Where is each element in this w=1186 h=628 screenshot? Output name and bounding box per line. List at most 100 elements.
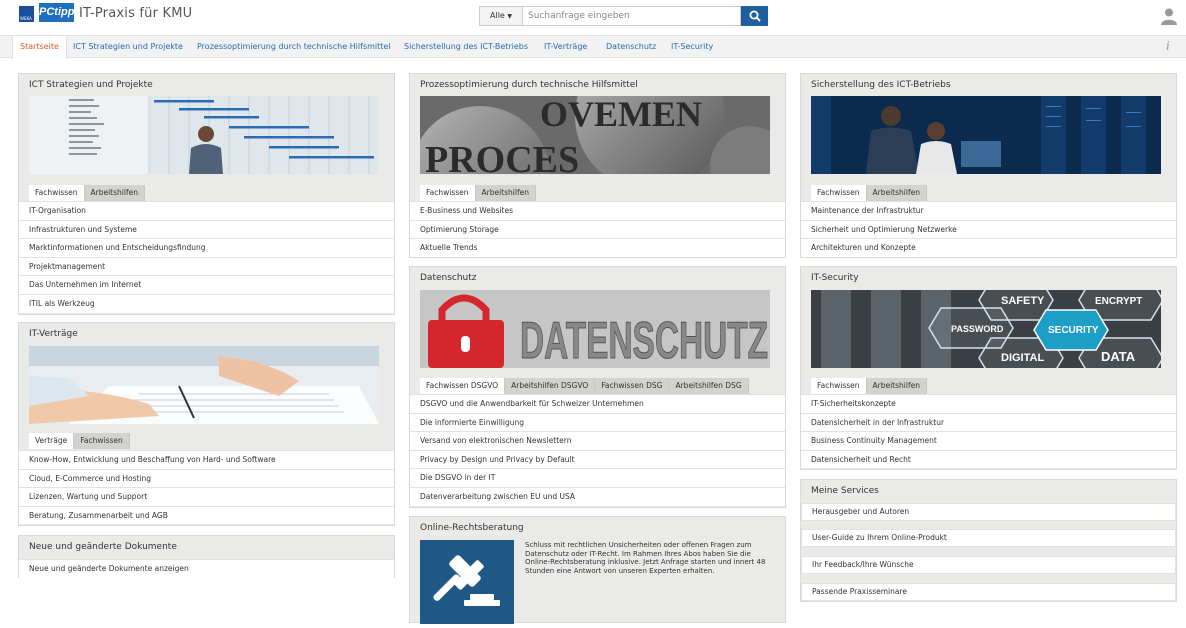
card-title[interactable]: Datenschutz xyxy=(420,273,477,283)
search-input[interactable]: Suchanfrage eingeben xyxy=(523,6,741,26)
ict-tabs: Fachwissen Arbeitshilfen xyxy=(29,185,145,201)
security-tabs: Fachwissen Arbeitshilfen xyxy=(811,378,927,394)
list-item[interactable]: Business Continuity Management xyxy=(801,431,1176,450)
list-item[interactable]: DSGVO und die Anwendbarkeit für Schweize… xyxy=(410,394,785,413)
tab-prozessoptimierung[interactable]: Prozessoptimierung durch technische Hilf… xyxy=(197,36,391,58)
svg-text:DATA: DATA xyxy=(1101,349,1136,364)
user-icon[interactable] xyxy=(1160,7,1178,25)
service-link[interactable]: Passende Praxisseminare xyxy=(801,583,1176,601)
list-item[interactable]: Datensicherheit und Recht xyxy=(801,449,1176,469)
list-item[interactable]: Maintenance der Infrastruktur xyxy=(801,201,1176,220)
list-item[interactable]: Datensicherheit in der Infrastruktur xyxy=(801,412,1176,432)
tab-arbeitshilfen[interactable]: Arbeitshilfen xyxy=(866,185,927,201)
tab-ict-strategien[interactable]: ICT Strategien und Projekte xyxy=(73,36,183,58)
betrieb-list: Maintenance der Infrastruktur Sicherheit… xyxy=(801,201,1176,257)
list-item[interactable]: E-Business und Websites xyxy=(410,201,785,220)
main-nav: Startseite ICT Strategien und Projekte P… xyxy=(0,35,1186,59)
tab-fachwissen-dsg[interactable]: Fachwissen DSG xyxy=(595,378,670,394)
weka-logo[interactable]: WEKA xyxy=(19,6,34,22)
gears-image[interactable]: OVEMEN PROCES xyxy=(420,96,770,174)
list-item[interactable]: Marktinformationen und Entscheidungsfind… xyxy=(19,238,394,257)
card-online-rechtsberatung: Online-Rechtsberatung Schluss mit rechtl… xyxy=(409,516,786,624)
ict-strategy-image[interactable] xyxy=(29,96,379,174)
list-item[interactable]: Datenverarbeitung zwischen EU und USA xyxy=(410,486,785,506)
card-title[interactable]: Sicherstellung des ICT-Betriebs xyxy=(811,80,951,90)
service-link[interactable]: User-Guide zu Ihrem Online-Produkt xyxy=(801,529,1176,547)
tab-sicherstellung[interactable]: Sicherstellung des ICT-Betriebs xyxy=(404,36,528,58)
vertraege-tabs: Verträge Fachwissen xyxy=(29,433,130,449)
card-title[interactable]: IT-Security xyxy=(811,273,859,283)
service-link[interactable]: Ihr Feedback/Ihre Wünsche xyxy=(801,556,1176,574)
list-item[interactable]: IT-Sicherheitskonzepte xyxy=(801,394,1176,413)
gavel-icon xyxy=(433,555,500,606)
card-prozessoptimierung: Prozessoptimierung durch technische Hilf… xyxy=(409,73,786,258)
list-item[interactable]: Architekturen und Konzepte xyxy=(801,238,1176,257)
svg-text:OVEMEN: OVEMEN xyxy=(540,96,702,134)
list-item[interactable]: IT-Organisation xyxy=(19,201,394,220)
card-title[interactable]: ICT Strategien und Projekte xyxy=(29,80,153,90)
tab-arbeitshilfen[interactable]: Arbeitshilfen xyxy=(475,185,536,201)
tab-fachwissen-dsgvo[interactable]: Fachwissen DSGVO xyxy=(420,378,506,394)
card-ict-betrieb: Sicherstellung des ICT-Betriebs Fachwiss… xyxy=(800,73,1177,258)
list-item[interactable]: Die informierte Einwilligung xyxy=(410,412,785,432)
pctipp-logo[interactable]: PCtipp xyxy=(39,3,74,22)
search-scope-select[interactable]: Alle ▼ xyxy=(479,6,523,26)
card-it-security: IT-Security SAFETY ENCRYPT PASSWORD SECU… xyxy=(800,266,1177,470)
neue-list: Neue und geänderte Dokumente anzeigen xyxy=(19,559,394,578)
card-title[interactable]: IT-Verträge xyxy=(29,329,78,339)
list-item[interactable]: Beratung, Zusammenarbeit und AGB xyxy=(19,505,394,525)
list-item[interactable]: Projektmanagement xyxy=(19,256,394,276)
tab-vertraege[interactable]: Verträge xyxy=(29,433,75,449)
tab-fachwissen[interactable]: Fachwissen xyxy=(29,185,85,201)
legal-gavel-image[interactable] xyxy=(420,540,514,624)
tab-datenschutz[interactable]: Datenschutz xyxy=(606,36,656,58)
list-item[interactable]: Know-How, Entwicklung und Beschaffung vo… xyxy=(19,450,394,469)
tab-fachwissen[interactable]: Fachwissen xyxy=(811,185,867,201)
tab-arbeitshilfen-dsgvo[interactable]: Arbeitshilfen DSGVO xyxy=(505,378,596,394)
info-icon[interactable]: i xyxy=(1166,39,1170,53)
list-item[interactable]: Aktuelle Trends xyxy=(410,238,785,257)
card-title[interactable]: Online-Rechtsberatung xyxy=(420,523,524,533)
list-item[interactable]: Das Unternehmen im Internet xyxy=(19,275,394,294)
datacenter-image[interactable] xyxy=(811,96,1161,174)
svg-text:ENCRYPT: ENCRYPT xyxy=(1095,296,1142,307)
security-hexagon-image[interactable]: SAFETY ENCRYPT PASSWORD SECURITY DIGITAL… xyxy=(811,290,1161,368)
list-item[interactable]: ITIL als Werkzeug xyxy=(19,293,394,313)
card-meine-services: Meine Services Herausgeber und Autoren U… xyxy=(800,479,1177,602)
list-item[interactable]: Infrastrukturen und Systeme xyxy=(19,219,394,239)
list-item[interactable]: Die DSGVO in der IT xyxy=(410,468,785,487)
tab-startseite[interactable]: Startseite xyxy=(12,36,67,59)
ict-list: IT-Organisation Infrastrukturen und Syst… xyxy=(19,201,394,313)
tab-it-security[interactable]: IT-Security xyxy=(671,36,713,58)
prozess-list: E-Business und Websites Optimierung Stor… xyxy=(410,201,785,257)
svg-text:PROCES: PROCES xyxy=(425,139,579,174)
tab-fachwissen[interactable]: Fachwissen xyxy=(811,378,867,394)
card-datenschutz: Datenschutz DATENSCHUTZ Fachwissen DSGVO… xyxy=(409,266,786,508)
search-button[interactable] xyxy=(741,6,768,26)
list-item[interactable]: Neue und geänderte Dokumente anzeigen xyxy=(19,559,394,578)
list-item[interactable]: Versand von elektronischen Newslettern xyxy=(410,431,785,450)
tab-fachwissen[interactable]: Fachwissen xyxy=(420,185,476,201)
datenschutz-image[interactable]: DATENSCHUTZ xyxy=(420,290,770,368)
card-title: Meine Services xyxy=(811,486,879,496)
tab-arbeitshilfen-dsg[interactable]: Arbeitshilfen DSG xyxy=(669,378,749,394)
card-title[interactable]: Prozessoptimierung durch technische Hilf… xyxy=(420,80,638,90)
tab-fachwissen[interactable]: Fachwissen xyxy=(74,433,130,449)
svg-text:SAFETY: SAFETY xyxy=(1001,295,1045,307)
tab-arbeitshilfen[interactable]: Arbeitshilfen xyxy=(866,378,927,394)
tab-arbeitshilfen[interactable]: Arbeitshilfen xyxy=(84,185,145,201)
list-item[interactable]: Sicherheit und Optimierung Netzwerke xyxy=(801,219,1176,239)
list-item[interactable]: Lizenzen, Wartung und Support xyxy=(19,487,394,506)
security-list: IT-Sicherheitskonzepte Datensicherheit i… xyxy=(801,394,1176,469)
prozess-tabs: Fachwissen Arbeitshilfen xyxy=(420,185,536,201)
header: WEKA PCtipp IT-Praxis für KMU Alle ▼ Suc… xyxy=(0,0,1186,34)
search-icon xyxy=(749,10,761,22)
list-item[interactable]: Privacy by Design und Privacy by Default xyxy=(410,449,785,469)
tab-it-vertraege[interactable]: IT-Verträge xyxy=(544,36,587,58)
service-link[interactable]: Herausgeber und Autoren xyxy=(801,503,1176,521)
datenschutz-list: DSGVO und die Anwendbarkeit für Schweize… xyxy=(410,394,785,506)
list-item[interactable]: Cloud, E-Commerce und Hosting xyxy=(19,468,394,488)
list-item[interactable]: Optimierung Storage xyxy=(410,219,785,239)
contract-signing-image[interactable] xyxy=(29,346,379,424)
card-title[interactable]: Neue und geänderte Dokumente xyxy=(29,542,177,552)
